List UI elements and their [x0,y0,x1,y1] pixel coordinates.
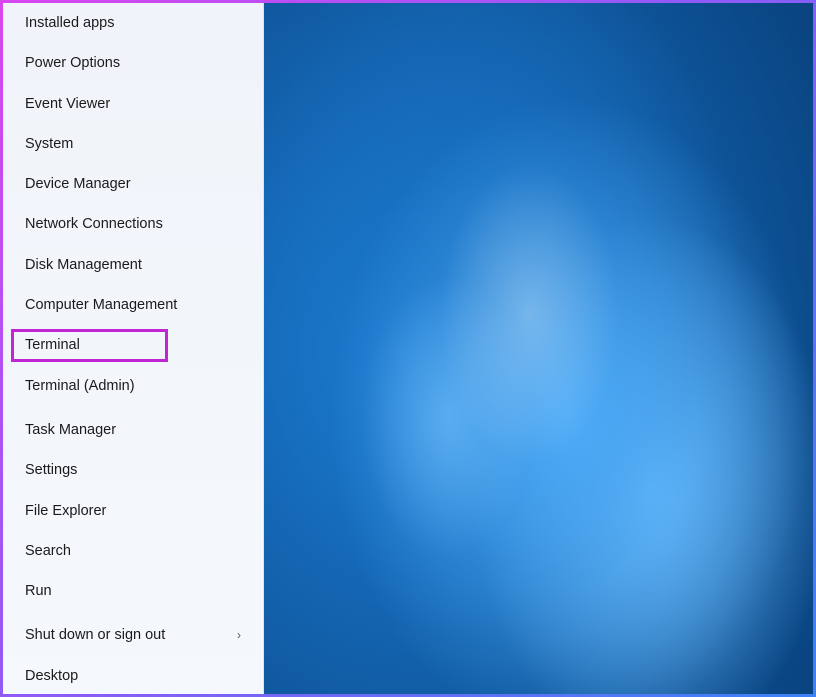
menu-item-file-explorer[interactable]: File Explorer [3,491,263,531]
menu-item-task-manager[interactable]: Task Manager [3,410,263,450]
menu-item-run[interactable]: Run [3,571,263,611]
menu-label: System [25,134,73,154]
menu-label: Computer Management [25,295,177,315]
menu-item-installed-apps[interactable]: Installed apps [3,3,263,43]
menu-group-3: Shut down or sign out › Desktop [3,615,263,696]
winx-context-menu: Installed apps Power Options Event Viewe… [3,3,264,694]
menu-label: Terminal (Admin) [25,376,135,396]
menu-label: Event Viewer [25,94,110,114]
menu-item-system[interactable]: System [3,124,263,164]
menu-label: Shut down or sign out [25,625,165,645]
menu-label: Terminal [25,335,80,355]
menu-item-search[interactable]: Search [3,531,263,571]
menu-item-disk-management[interactable]: Disk Management [3,245,263,285]
menu-label: File Explorer [25,501,106,521]
chevron-right-icon: › [237,627,241,644]
menu-item-device-manager[interactable]: Device Manager [3,164,263,204]
menu-item-network-connections[interactable]: Network Connections [3,204,263,244]
menu-group-1: Installed apps Power Options Event Viewe… [3,3,263,406]
menu-label: Search [25,541,71,561]
menu-item-computer-management[interactable]: Computer Management [3,285,263,325]
menu-label: Power Options [25,53,120,73]
menu-label: Settings [25,460,77,480]
menu-item-terminal-admin[interactable]: Terminal (Admin) [3,366,263,406]
menu-item-settings[interactable]: Settings [3,450,263,490]
menu-label: Disk Management [25,255,142,275]
menu-label: Installed apps [25,13,114,33]
menu-label: Task Manager [25,420,116,440]
menu-item-desktop[interactable]: Desktop [3,656,263,696]
menu-label: Run [25,581,52,601]
menu-item-terminal[interactable]: Terminal [3,325,263,365]
menu-group-2: Task Manager Settings File Explorer Sear… [3,410,263,611]
menu-item-power-options[interactable]: Power Options [3,43,263,83]
menu-item-shut-down[interactable]: Shut down or sign out › [3,615,263,655]
menu-label: Network Connections [25,214,163,234]
menu-label: Desktop [25,666,78,686]
menu-label: Device Manager [25,174,131,194]
menu-item-event-viewer[interactable]: Event Viewer [3,84,263,124]
